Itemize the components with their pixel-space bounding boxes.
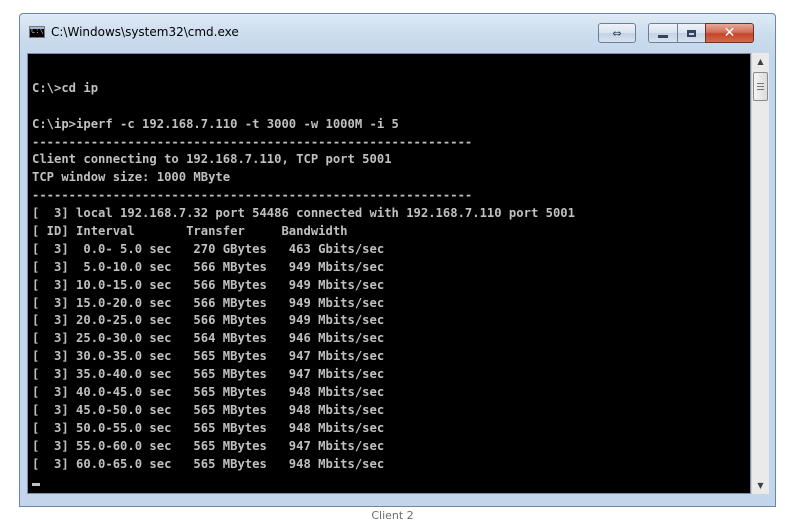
- console-line: [ 3] 5.0-10.0 sec 566 MBytes 949 Mbits/s…: [32, 259, 385, 274]
- switch-window-button[interactable]: ⇔: [598, 23, 636, 43]
- console-line: [ 3] 25.0-30.0 sec 564 MBytes 946 Mbits/…: [32, 331, 385, 346]
- maximize-icon: [687, 29, 696, 37]
- console-line: [ 3] 30.0-35.0 sec 565 MBytes 947 Mbits/…: [32, 349, 385, 364]
- console-line: [ 3] 15.0-20.0 sec 566 MBytes 949 Mbits/…: [32, 295, 385, 310]
- minimize-button[interactable]: [648, 23, 678, 43]
- console-line: C:\ip>iperf -c 192.168.7.110 -t 3000 -w …: [32, 116, 399, 131]
- console-line: [ 3] 45.0-50.0 sec 565 MBytes 948 Mbits/…: [32, 402, 385, 417]
- minimize-icon: [658, 34, 668, 38]
- cmd-icon[interactable]: C:\: [29, 26, 45, 38]
- scroll-up-arrow-icon: ▲: [757, 57, 764, 66]
- close-button[interactable]: ✕: [705, 23, 754, 43]
- close-icon: ✕: [723, 25, 736, 41]
- console-line: [ 3] 10.0-15.0 sec 566 MBytes 949 Mbits/…: [32, 277, 385, 292]
- console-line: [ 3] 0.0- 5.0 sec 270 GBytes 463 Gbits/s…: [32, 241, 385, 256]
- console-line: [ 3] 40.0-45.0 sec 565 MBytes 948 Mbits/…: [32, 385, 385, 400]
- console-line: [ 3] local 192.168.7.32 port 54486 conne…: [32, 206, 575, 221]
- vertical-scrollbar[interactable]: ▲ ▼: [751, 53, 769, 494]
- console-line: TCP window size: 1000 MByte: [32, 170, 231, 185]
- title-bar[interactable]: C:\ C:\Windows\system32\cmd.exe ⇔ ✕: [20, 14, 775, 54]
- console-line: [32, 473, 575, 491]
- console-line: [ 3] 35.0-40.0 sec 565 MBytes 947 Mbits/…: [32, 367, 385, 382]
- grip-icon: [757, 83, 764, 90]
- console-line: C:\>cd ip: [32, 80, 99, 95]
- maximize-button[interactable]: [677, 23, 706, 43]
- scroll-down-button[interactable]: ▼: [752, 477, 769, 494]
- console-line: Client connecting to 192.168.7.110, TCP …: [32, 152, 392, 167]
- console-line: ----------------------------------------…: [32, 134, 473, 149]
- scroll-down-arrow-icon: ▼: [757, 481, 764, 490]
- console-text: C:\>cd ip C:\ip>iperf -c 192.168.7.110 -t…: [32, 62, 575, 491]
- cmd-window: C:\ C:\Windows\system32\cmd.exe ⇔ ✕ C:\>…: [19, 13, 776, 507]
- switch-icon: ⇔: [612, 26, 622, 40]
- console-output[interactable]: C:\>cd ip C:\ip>iperf -c 192.168.7.110 -t…: [27, 53, 751, 494]
- console-line: [ 3] 55.0-60.0 sec 565 MBytes 947 Mbits/…: [32, 438, 385, 453]
- scroll-thumb[interactable]: [753, 72, 768, 101]
- console-line: [ 3] 50.0-55.0 sec 565 MBytes 948 Mbits/…: [32, 420, 385, 435]
- window-title: C:\Windows\system32\cmd.exe: [51, 25, 239, 39]
- console-line: [ 3] 60.0-65.0 sec 565 MBytes 948 Mbits/…: [32, 456, 385, 471]
- text-cursor: [32, 483, 40, 487]
- scroll-up-button[interactable]: ▲: [752, 53, 769, 70]
- image-caption: Client 2: [371, 509, 414, 522]
- console-line: ----------------------------------------…: [32, 188, 473, 203]
- console-line: [ ID] Interval Transfer Bandwidth: [32, 224, 348, 239]
- console-line: [ 3] 20.0-25.0 sec 566 MBytes 949 Mbits/…: [32, 313, 385, 328]
- cmd-icon-text: C:\: [31, 27, 44, 35]
